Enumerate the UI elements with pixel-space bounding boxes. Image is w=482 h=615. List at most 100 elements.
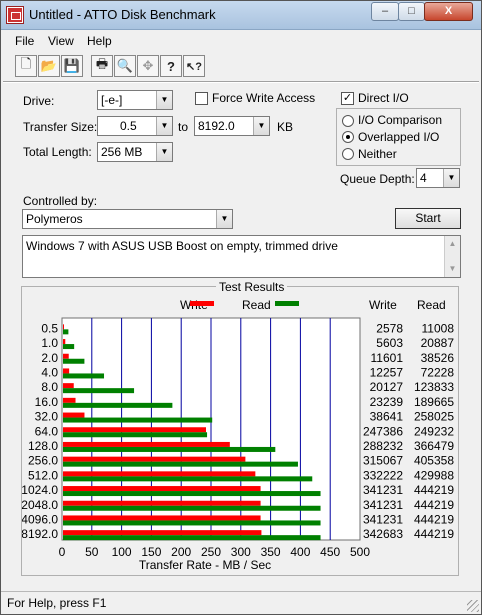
read-value-label: 38526 (421, 351, 455, 365)
read-value-label: 444219 (414, 483, 454, 497)
y-tick-label: 8192.0 (22, 527, 58, 541)
chevron-down-icon[interactable]: ▼ (156, 143, 172, 161)
read-value-label: 366479 (414, 439, 454, 453)
read-value-label: 258025 (414, 410, 454, 424)
write-bar (63, 456, 246, 462)
chevron-down-icon[interactable]: ▼ (216, 210, 232, 228)
test-results-group: Test Results Write Read Write Read 05010… (21, 280, 459, 576)
read-bar (63, 491, 321, 497)
maximize-button[interactable]: □ (398, 2, 425, 21)
read-value-label: 72228 (421, 365, 455, 379)
context-help-button[interactable]: ↖? (183, 55, 205, 77)
controlled-by-label: Controlled by: (23, 194, 98, 208)
read-value-label: 444219 (414, 512, 454, 526)
read-bar (63, 344, 75, 350)
menu-view[interactable]: View (48, 34, 74, 48)
drive-select[interactable]: [-e-] ▼ (97, 90, 173, 110)
neither-label: Neither (358, 147, 397, 161)
queue-depth-value: 4 (420, 171, 427, 185)
write-value-label: 341231 (363, 512, 403, 526)
transfer-from-select[interactable]: 0.5 ▼ (97, 116, 173, 136)
y-tick-label: 2.0 (41, 351, 58, 365)
write-value-label: 315067 (363, 454, 403, 468)
minimize-button[interactable]: – (371, 2, 399, 21)
read-bar (63, 535, 321, 541)
help-icon: ? (167, 58, 175, 74)
print-preview-icon: 🔍 (116, 58, 134, 73)
new-button[interactable]: 🗋 (15, 55, 37, 77)
menu-file[interactable]: File (15, 34, 34, 48)
description-textarea[interactable]: Windows 7 with ASUS USB Boost on empty, … (22, 235, 461, 278)
write-column-header: Write (369, 298, 397, 312)
x-tick-label: 200 (171, 545, 191, 559)
read-bar (63, 461, 298, 467)
legend-write-swatch (190, 301, 214, 306)
plot-layer: 0 50 100 150 200 250 300 350 400 450 500 0.5 2578 110… (22, 317, 455, 559)
move-button[interactable]: ✥ (137, 55, 159, 77)
write-bar (63, 339, 66, 345)
x-tick-label: 0 (59, 545, 66, 559)
force-write-checkbox[interactable] (195, 92, 208, 105)
y-tick-label: 2048.0 (22, 498, 58, 512)
transfer-to-value: 8192.0 (198, 119, 235, 133)
kb-label: KB (277, 120, 294, 134)
open-button[interactable]: 📂 (38, 55, 60, 77)
title-bar[interactable]: Untitled - ATTO Disk Benchmark – □ X (1, 1, 481, 30)
x-tick-label: 500 (350, 545, 370, 559)
write-bar (63, 427, 206, 433)
chevron-down-icon[interactable]: ▼ (253, 117, 269, 135)
x-tick-label: 400 (290, 545, 310, 559)
y-tick-label: 128.0 (28, 439, 58, 453)
chevron-down-icon[interactable]: ▼ (156, 117, 172, 135)
status-bar: For Help, press F1 (1, 591, 481, 614)
status-text: For Help, press F1 (7, 596, 107, 610)
write-bar (63, 530, 262, 536)
start-button[interactable]: Start (395, 208, 461, 229)
window-title: Untitled - ATTO Disk Benchmark (29, 7, 216, 22)
read-column-header: Read (417, 298, 446, 312)
io-comparison-radio[interactable] (342, 115, 354, 127)
print-preview-button[interactable]: 🔍 (114, 55, 136, 77)
write-bar (63, 515, 261, 521)
transfer-to-select[interactable]: 8192.0 ▼ (194, 116, 270, 136)
controlled-by-select[interactable]: Polymeros ▼ (22, 209, 233, 229)
write-bar (63, 353, 69, 359)
total-length-select[interactable]: 256 MB ▼ (97, 142, 173, 162)
save-button[interactable]: 💾 (61, 55, 83, 77)
drive-value: [-e-] (101, 93, 123, 107)
total-length-value: 256 MB (101, 145, 143, 159)
y-tick-label: 32.0 (35, 410, 59, 424)
resize-grip-icon[interactable] (467, 600, 479, 612)
direct-io-checkbox[interactable]: ✓ (341, 92, 354, 105)
read-value-label: 20887 (421, 336, 455, 350)
write-bar (63, 397, 76, 403)
neither-radio[interactable] (342, 148, 354, 160)
app-logo-icon[interactable] (7, 7, 23, 23)
x-tick-label: 300 (231, 545, 251, 559)
save-icon: 💾 (63, 58, 81, 73)
direct-io-label: Direct I/O (358, 91, 409, 105)
move-icon: ✥ (142, 58, 154, 73)
menu-help[interactable]: Help (87, 34, 112, 48)
legend-read-swatch (275, 301, 299, 306)
write-value-label: 20127 (370, 380, 404, 394)
close-button[interactable]: X (424, 2, 473, 21)
read-bar (63, 476, 313, 482)
chevron-down-icon[interactable]: ▼ (156, 91, 172, 109)
y-tick-label: 256.0 (28, 454, 58, 468)
queue-depth-select[interactable]: 4 ▼ (416, 168, 460, 188)
write-bar (63, 471, 256, 477)
overlapped-io-radio[interactable] (342, 131, 354, 143)
read-bar (63, 388, 135, 394)
new-icon: 🗋 (20, 56, 32, 71)
write-value-label: 342683 (363, 527, 403, 541)
help-button[interactable]: ? (160, 55, 182, 77)
controlled-by-value: Polymeros (26, 212, 83, 226)
print-button[interactable]: 🖶 (91, 55, 113, 77)
scroll-down-icon[interactable]: ▼ (445, 261, 460, 277)
chevron-down-icon[interactable]: ▼ (443, 169, 459, 187)
transfer-size-label: Transfer Size: (23, 120, 98, 134)
io-comparison-label: I/O Comparison (358, 113, 443, 127)
description-scrollbar[interactable]: ▲ ▼ (444, 236, 460, 277)
scroll-up-icon[interactable]: ▲ (445, 236, 460, 252)
